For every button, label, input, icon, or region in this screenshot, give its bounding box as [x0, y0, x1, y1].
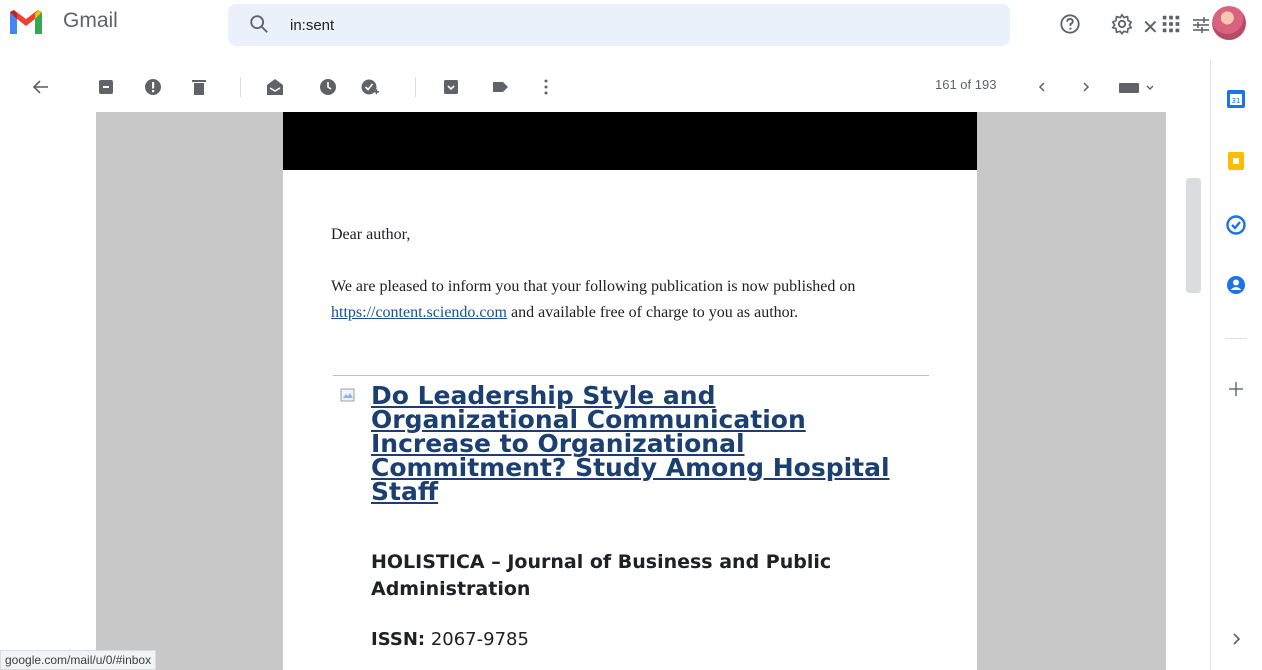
sciendo-link[interactable]: https://content.sciendo.com	[331, 304, 507, 321]
app-name[interactable]: Gmail	[63, 9, 118, 33]
divider	[333, 375, 929, 376]
report-spam-icon[interactable]	[143, 77, 163, 97]
settings-gear-icon[interactable]	[1111, 13, 1133, 35]
broken-image-icon	[340, 388, 355, 402]
issn-line: ISSN: 2067-9785	[371, 629, 529, 650]
clear-search-icon[interactable]: ✕	[1142, 15, 1159, 40]
add-to-tasks-icon[interactable]	[360, 77, 380, 97]
tasks-icon[interactable]	[1225, 214, 1247, 236]
older-chevron-right-icon[interactable]	[1076, 77, 1096, 97]
account-avatar[interactable]	[1212, 6, 1246, 40]
side-panel-divider	[1225, 338, 1247, 339]
search-bar[interactable]: ✕	[228, 4, 1209, 46]
move-to-icon[interactable]	[441, 77, 461, 97]
more-options-icon[interactable]	[536, 77, 556, 97]
message-toolbar: 161 of 193	[0, 60, 1190, 104]
search-icon[interactable]	[248, 13, 270, 35]
status-bar-url: google.com/mail/u/0/#inbox	[0, 650, 157, 670]
top-bar: Gmail ✕	[0, 0, 1262, 48]
svg-text:31: 31	[1232, 97, 1241, 105]
add-addon-plus-icon[interactable]	[1225, 378, 1247, 400]
greeting: Dear author,	[331, 226, 411, 243]
help-icon[interactable]	[1059, 13, 1081, 35]
issn-label: ISSN:	[371, 629, 426, 650]
input-tools-keyboard-icon[interactable]	[1115, 77, 1167, 97]
article-title-link[interactable]: Do Leadership Style and Organizational C…	[371, 383, 931, 504]
contacts-icon[interactable]	[1225, 274, 1247, 296]
gmail-logo-icon[interactable]	[8, 8, 44, 36]
delete-trash-icon[interactable]	[189, 77, 209, 97]
intro-text-end: and available free of charge to you as a…	[506, 304, 799, 321]
mark-unread-icon[interactable]	[265, 77, 285, 97]
email-viewer: Dear author, We are pleased to inform yo…	[96, 112, 1166, 670]
snooze-clock-icon[interactable]	[318, 77, 338, 97]
email-header-banner	[283, 112, 977, 170]
pagination-count: 161 of 193	[935, 77, 997, 92]
toolbar-divider	[415, 77, 416, 97]
expand-panel-chevron-icon[interactable]	[1225, 628, 1247, 650]
journal-name: HOLISTICA – Journal of Business and Publ…	[371, 551, 832, 600]
toolbar-divider	[240, 77, 241, 97]
vertical-scrollbar-thumb[interactable]	[1186, 178, 1201, 293]
search-options-icon[interactable]	[1191, 15, 1211, 35]
newer-chevron-left-icon[interactable]	[1032, 77, 1052, 97]
intro-paragraph: We are pleased to inform you that your f…	[331, 274, 931, 326]
calendar-icon[interactable]: 31	[1225, 88, 1247, 110]
issn-value: 2067-9785	[425, 629, 529, 650]
apps-grid-icon[interactable]	[1160, 13, 1182, 35]
email-body: Dear author, We are pleased to inform yo…	[283, 112, 977, 670]
side-panel: 31	[1210, 60, 1262, 670]
label-tag-icon[interactable]	[490, 77, 510, 97]
intro-text: We are pleased to inform you that your f…	[331, 278, 856, 295]
back-arrow-icon[interactable]	[31, 77, 51, 97]
search-input[interactable]	[290, 12, 890, 38]
keep-notes-icon[interactable]	[1225, 150, 1247, 172]
archive-icon[interactable]	[96, 77, 116, 97]
